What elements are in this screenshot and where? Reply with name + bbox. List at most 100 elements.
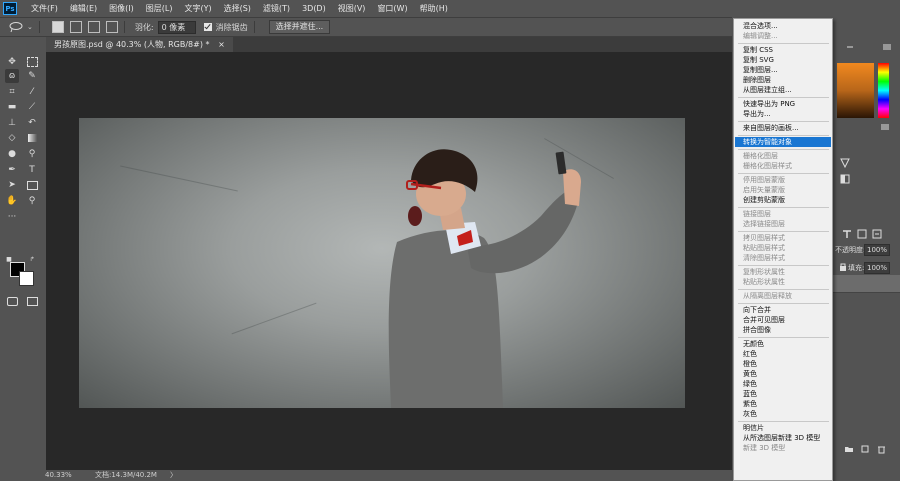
- context-menu-item[interactable]: 复制图层...: [735, 65, 831, 75]
- document-tab[interactable]: 男孩原图.psd @ 40.3% (人物, RGB/8#) * ×: [46, 37, 233, 52]
- gradient-tool-icon[interactable]: [25, 131, 39, 145]
- eyedropper-tool-icon[interactable]: ⁄: [25, 85, 39, 99]
- context-menu-item[interactable]: 删除图层: [735, 75, 831, 85]
- healing-brush-tool-icon[interactable]: ▬: [5, 100, 19, 114]
- subtract-from-selection-icon[interactable]: [87, 21, 100, 33]
- document-image[interactable]: [79, 118, 685, 408]
- context-menu-item[interactable]: 导出为...: [735, 109, 831, 119]
- context-menu-item[interactable]: 快速导出为 PNG: [735, 99, 831, 109]
- status-arrow-icon[interactable]: 〉: [170, 470, 177, 481]
- new-group-icon[interactable]: [844, 444, 854, 454]
- menu-item[interactable]: 帮助(H): [414, 0, 454, 17]
- select-and-mask-button[interactable]: 选择并遮住...: [268, 20, 331, 34]
- triangle-adjustment-icon[interactable]: [840, 158, 850, 168]
- context-menu-item[interactable]: 绿色: [735, 379, 831, 389]
- context-menu-item[interactable]: 明信片: [735, 423, 831, 433]
- hand-tool-icon[interactable]: ✋: [5, 194, 19, 208]
- crop-tool-icon[interactable]: ⌗: [5, 85, 19, 99]
- context-menu-item[interactable]: 复制 CSS: [735, 45, 831, 55]
- path-selection-tool-icon[interactable]: ➤: [5, 178, 19, 192]
- menu-item[interactable]: 选择(S): [218, 0, 257, 17]
- context-menu-item[interactable]: 从图层建立组...: [735, 85, 831, 95]
- add-to-selection-icon[interactable]: [69, 21, 82, 33]
- quick-mask-icon[interactable]: [5, 294, 19, 308]
- context-menu-item[interactable]: 复制 SVG: [735, 55, 831, 65]
- menu-item[interactable]: 视图(V): [332, 0, 372, 17]
- smart-object-filter-icon[interactable]: [872, 229, 882, 239]
- layer-row-selected[interactable]: [833, 275, 900, 292]
- context-menu-item[interactable]: 向下合并: [735, 305, 831, 315]
- fill-input[interactable]: 100%: [864, 262, 890, 274]
- menu-item[interactable]: 图层(L): [140, 0, 179, 17]
- close-tab-icon[interactable]: ×: [218, 40, 225, 49]
- context-menu-item[interactable]: 从所选图层新建 3D 模型: [735, 433, 831, 443]
- context-menu-item[interactable]: 合并可见图层: [735, 315, 831, 325]
- menu-item[interactable]: 3D(D): [296, 0, 332, 17]
- menu-item[interactable]: 图像(I): [103, 0, 140, 17]
- blur-tool-icon[interactable]: ●: [5, 147, 19, 161]
- delete-layer-icon[interactable]: [876, 444, 886, 454]
- context-menu-item[interactable]: 红色: [735, 349, 831, 359]
- opacity-input[interactable]: 100%: [864, 244, 890, 256]
- color-picker-field[interactable]: [837, 63, 874, 118]
- menu-item[interactable]: 窗口(W): [371, 0, 413, 17]
- dodge-tool-icon[interactable]: ⚲: [25, 147, 39, 161]
- context-menu-item[interactable]: 蓝色: [735, 389, 831, 399]
- fill-label: 填充:: [848, 264, 865, 272]
- lock-icon[interactable]: [838, 262, 848, 272]
- lasso-tool-icon[interactable]: ɷ: [5, 69, 19, 83]
- eraser-tool-icon[interactable]: ◇: [5, 131, 19, 145]
- context-menu-item: 新建 3D 模型: [743, 444, 786, 452]
- move-tool-icon[interactable]: ✥: [5, 55, 19, 69]
- new-layer-icon[interactable]: [860, 444, 870, 454]
- divider: [253, 21, 255, 33]
- marquee-tool-icon[interactable]: [25, 55, 39, 69]
- context-menu-item[interactable]: 拼合图像: [735, 325, 831, 335]
- hue-slider[interactable]: [878, 63, 889, 118]
- type-tool-icon[interactable]: T: [25, 163, 39, 177]
- shape-layer-filter-icon[interactable]: [857, 229, 867, 239]
- screen-mode-icon[interactable]: [25, 294, 39, 308]
- context-menu-item: 粘贴图层样式: [743, 244, 785, 252]
- menu-separator: [738, 337, 829, 338]
- menu-item[interactable]: 文字(Y): [178, 0, 217, 17]
- context-menu-item[interactable]: 灰色: [735, 409, 831, 419]
- more-tools-icon[interactable]: ···: [5, 210, 19, 224]
- context-menu-item[interactable]: 紫色: [735, 399, 831, 409]
- collapse-panels-icon[interactable]: [845, 42, 855, 52]
- document-size-info[interactable]: 文档:14.3M/40.2M: [95, 470, 157, 481]
- pen-tool-icon[interactable]: ✒: [5, 163, 19, 177]
- panel-menu-icon[interactable]: [880, 122, 890, 132]
- history-brush-tool-icon[interactable]: ↶: [25, 116, 39, 130]
- intersect-selection-icon[interactable]: [105, 21, 118, 33]
- menu-item[interactable]: 文件(F): [25, 0, 64, 17]
- grid-adjustment-icon[interactable]: [840, 174, 850, 184]
- swap-colors-icon[interactable]: ↱: [28, 255, 36, 263]
- zoom-level[interactable]: 40.33%: [45, 470, 72, 481]
- context-menu-item[interactable]: 转换为智能对象: [735, 137, 831, 147]
- context-menu-item[interactable]: 橙色: [735, 359, 831, 369]
- clone-stamp-tool-icon[interactable]: ⊥: [5, 116, 19, 130]
- quick-selection-tool-icon[interactable]: ✎: [25, 69, 39, 83]
- context-menu-item[interactable]: 来自图层的画板...: [735, 123, 831, 133]
- layer-list[interactable]: [833, 292, 900, 443]
- rectangle-tool-icon[interactable]: [25, 178, 39, 192]
- panel-menu-icon[interactable]: [882, 42, 892, 52]
- menu-item[interactable]: 编辑(E): [64, 0, 103, 17]
- context-menu-item[interactable]: 混合选项...: [735, 21, 831, 31]
- lasso-tool-icon[interactable]: [8, 21, 26, 33]
- text-layer-filter-icon[interactable]: [842, 229, 852, 239]
- context-menu-item[interactable]: 黄色: [735, 369, 831, 379]
- context-menu-item[interactable]: 无颜色: [735, 339, 831, 349]
- zoom-tool-icon[interactable]: ⚲: [25, 194, 39, 208]
- menu-items: 文件(F) 编辑(E) 图像(I) 图层(L) 文字(Y) 选择(S) 滤镜(T) 3D(D)…: [25, 0, 454, 17]
- background-color-swatch[interactable]: [19, 271, 34, 286]
- context-menu-item[interactable]: 创建剪贴蒙版: [735, 195, 831, 205]
- feather-input[interactable]: 0 像素: [157, 20, 196, 34]
- menu-item[interactable]: 滤镜(T): [257, 0, 296, 17]
- brush-tool-icon[interactable]: ⟋: [25, 100, 39, 114]
- antialias-checkbox[interactable]: [203, 23, 212, 31]
- new-selection-icon[interactable]: [51, 21, 64, 33]
- chevron-down-icon[interactable]: ⌄: [27, 23, 33, 31]
- default-colors-icon[interactable]: ■: [5, 255, 13, 263]
